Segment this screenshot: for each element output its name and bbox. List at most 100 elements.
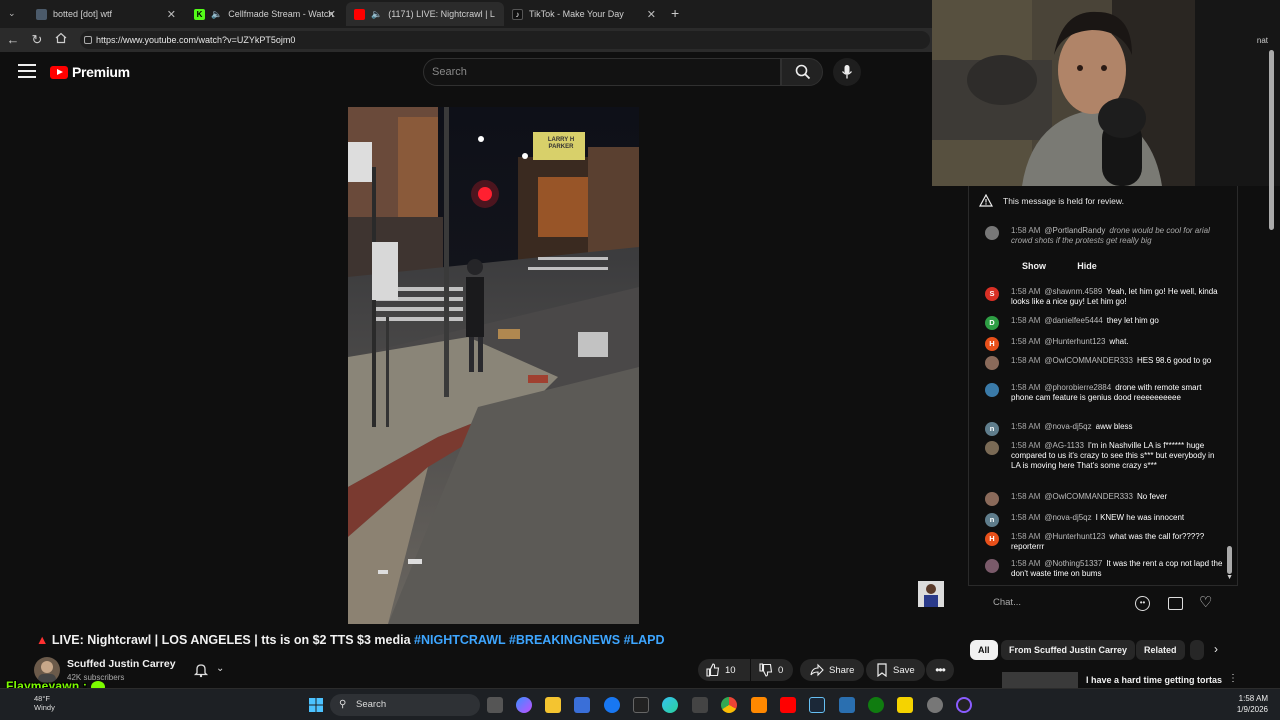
share-button[interactable]: Share [800,659,865,681]
related-video-thumbnail[interactable] [1002,672,1078,688]
tune-icon[interactable] [84,36,92,44]
chat-message: S 1:58 AM @shawnm.4589 Yeah, let him go! H… [983,287,1223,307]
super-chat-icon[interactable] [1168,597,1183,610]
video-title: ▲ LIVE: Nightcrawl | LOS ANGELES | tts i… [36,633,665,647]
kick-favicon-icon: K [194,8,205,20]
filter-chip-related[interactable]: Related [1136,640,1185,660]
show-message-button[interactable]: Show [1009,256,1059,276]
youtube-play-icon [50,65,68,79]
browser-tab-active[interactable]: 🔈 (1171) LIVE: Nightcrawl | L [346,2,504,26]
back-arrow-icon[interactable]: ← [5,32,21,48]
youtube-icon[interactable] [780,697,796,713]
store-icon[interactable] [574,697,590,713]
more-actions-button[interactable]: ••• [926,659,954,681]
tab-title: botted [dot] wtf [53,9,113,19]
hamburger-menu-icon[interactable] [18,64,36,78]
tab-title: Cellfmade Stream - Watch Liv [228,9,336,19]
chat-message: 1:58 AM @PortlandRandy drone would be cool… [983,226,1223,246]
more-vertical-icon[interactable]: ⋮ [1228,673,1238,684]
windows-start-icon[interactable] [308,697,324,713]
youtube-header: Premium Search [0,52,940,92]
chat-message: D 1:58 AM @danielfee5444 they let him go [983,316,1223,330]
hashtag-link[interactable]: #NIGHTCRAWL [414,633,505,647]
taskbar-search[interactable]: ⚲ Search [330,694,480,716]
voice-search-button[interactable] [833,58,861,86]
dislike-button[interactable]: 0 [751,659,793,681]
video-player[interactable]: LARRY H PARKER [348,107,639,624]
hashtag-link[interactable]: #LAPD [624,633,665,647]
filter-chip-from-channel[interactable]: From Scuffed Justin Carrey [1001,640,1136,660]
heart-icon[interactable]: ♡ [1199,593,1212,611]
calculator-icon[interactable] [692,697,708,713]
edge-icon[interactable] [662,697,678,713]
chevron-down-icon[interactable]: ⌄ [216,663,224,674]
like-button[interactable]: 10 [698,659,750,681]
user-avatar [985,441,999,455]
chat-message: H 1:58 AM @Hunterhunt123 what was the call… [983,532,1223,552]
related-video-title[interactable]: I have a hard time getting tortas [1086,675,1222,685]
browser-tab[interactable]: botted [dot] wtf ✕ [28,2,184,26]
url-field[interactable]: https://www.youtube.com/watch?v=UZYkPT5o… [80,31,930,49]
channel-name[interactable]: Scuffed Justin Carrey [67,658,176,670]
facebook-icon[interactable] [604,697,620,713]
browser-tab[interactable]: K 🔈 Cellfmade Stream - Watch Liv ✕ [186,2,344,26]
emoji-icon[interactable]: •• [1135,596,1150,611]
amazon-icon[interactable] [633,697,649,713]
file-explorer-icon[interactable] [545,697,561,713]
user-avatar: H [985,337,999,351]
streamer-webcam-overlay [932,0,1195,186]
user-avatar: S [985,287,999,301]
settings-gear-icon[interactable] [927,697,943,713]
notification-bell-icon[interactable] [193,662,209,678]
search-input[interactable]: Search [423,58,781,86]
filter-chip-partial[interactable] [1190,640,1204,660]
filter-chip-all[interactable]: All [970,640,998,660]
tab-list-chevron-icon[interactable]: ⌄ [8,8,16,19]
live-siren-icon: ▲ [36,633,49,647]
live-chat-panel: This message is held for review. 1:58 AM… [968,186,1238,586]
close-tab-icon[interactable]: ✕ [167,8,176,21]
hide-message-button[interactable]: Hide [1067,256,1107,276]
user-avatar: n [985,513,999,527]
weather-widget[interactable]: 48°F Windy [34,694,55,712]
chevron-right-icon[interactable]: › [1214,642,1218,656]
obs-icon[interactable] [956,697,972,713]
steam-icon[interactable] [809,697,825,713]
youtube-premium-logo[interactable]: Premium [50,64,130,80]
home-icon[interactable] [53,32,69,48]
microphone-icon [841,65,853,79]
page-scrollbar[interactable] [1269,50,1274,230]
billboard-text: LARRY H PARKER [547,137,575,150]
search-button[interactable] [781,58,823,86]
floating-thumbnail[interactable] [918,581,944,607]
task-view-icon[interactable] [487,697,503,713]
chat-scrollbar[interactable] [1227,546,1232,574]
video-frame-street-scene [348,107,639,624]
more-dots-icon: ••• [935,663,946,677]
close-tab-icon[interactable]: ✕ [647,8,656,21]
chat-message: 1:58 AM @Nothing51337 It was the rent a co… [983,559,1223,579]
new-tab-plus-icon[interactable]: + [671,5,679,21]
tab-title: TikTok - Make Your Day [529,9,624,19]
hashtag-link[interactable]: #BREAKINGNEWS [509,633,620,647]
save-button[interactable]: Save [866,659,925,681]
like-count: 10 [725,664,736,676]
chat-message: 1:58 AM @AG-1133 I'm in Nashville LA is f*… [983,441,1223,471]
warning-icon [979,194,993,207]
system-clock[interactable]: 1:58 AM 1/9/2026 [1237,693,1268,715]
close-tab-icon[interactable]: ✕ [327,8,336,21]
xbox-icon[interactable] [868,697,884,713]
sticky-notes-icon[interactable] [897,697,913,713]
tiktok-favicon-icon: ♪ [512,8,523,20]
app-icon[interactable] [839,697,855,713]
thumbs-up-icon [706,663,720,677]
vlc-icon[interactable] [751,697,767,713]
reload-icon[interactable]: ↻ [29,32,45,48]
copilot-icon[interactable] [516,697,532,713]
mute-icon[interactable]: 🔈 [371,9,382,20]
browser-tab[interactable]: ♪ TikTok - Make Your Day ✕ [504,2,664,26]
scroll-down-arrow-icon[interactable]: ▼ [1226,574,1233,581]
chat-input-field[interactable]: Chat... •• ♡ [985,592,1235,616]
chrome-icon[interactable] [721,697,737,713]
mute-icon[interactable]: 🔈 [211,9,222,20]
